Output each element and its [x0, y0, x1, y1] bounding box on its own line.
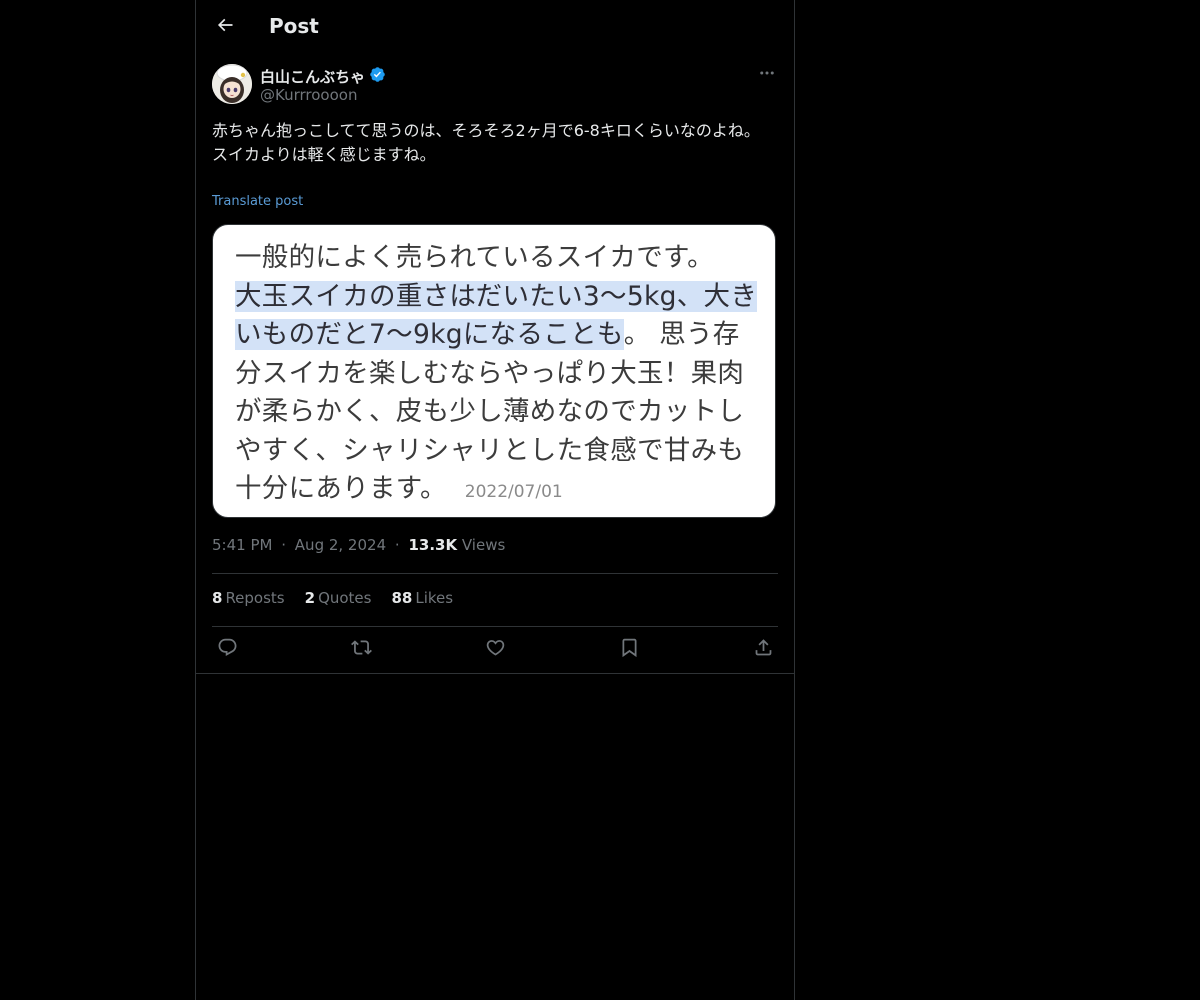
arrow-left-icon	[215, 15, 235, 39]
meta-separator: ·	[394, 536, 400, 554]
verified-badge-icon	[369, 66, 386, 87]
image-text-line1: 一般的によく売られているスイカです。	[235, 242, 714, 273]
post-image[interactable]: 一般的によく売られているスイカです。 大玉スイカの重さはだいたい3〜5kg、大きい…	[212, 224, 776, 518]
quotes-stat[interactable]: 2 Quotes	[305, 589, 372, 607]
page-title: Post	[269, 14, 319, 38]
author-name-row[interactable]: 白山こんぶちゃ	[260, 66, 386, 87]
avatar[interactable]	[212, 64, 252, 104]
quotes-count: 2	[304, 589, 316, 607]
back-button[interactable]	[209, 11, 241, 43]
image-date: 2022/07/01	[464, 482, 563, 502]
reply-button[interactable]	[216, 638, 238, 660]
quotes-label: Quotes	[318, 589, 372, 607]
post-actions	[212, 638, 778, 662]
divider	[212, 573, 778, 574]
post-meta: 5:41 PM · Aug 2, 2024 · 13.3K Views	[212, 536, 505, 554]
reposts-count: 8	[212, 589, 223, 607]
translate-post-link[interactable]: Translate post	[212, 194, 303, 209]
post-bottom-divider	[196, 673, 794, 674]
likes-stat[interactable]: 88 Likes	[391, 589, 453, 607]
share-icon	[753, 637, 774, 662]
repost-button[interactable]	[350, 638, 372, 660]
bookmark-icon	[619, 637, 640, 662]
reposts-stat[interactable]: 8 Reposts	[212, 589, 285, 607]
post-stats: 8 Reposts 2 Quotes 88 Likes	[212, 589, 453, 607]
repost-icon	[350, 637, 372, 662]
post-date[interactable]: Aug 2, 2024	[295, 536, 386, 554]
meta-separator: ·	[281, 536, 287, 554]
more-options-button[interactable]	[756, 64, 778, 86]
bookmark-button[interactable]	[618, 638, 640, 660]
share-button[interactable]	[752, 638, 774, 660]
post-time[interactable]: 5:41 PM	[212, 536, 272, 554]
likes-label: Likes	[415, 589, 454, 607]
reply-icon	[217, 637, 238, 662]
author-handle[interactable]: @Kurrroooon	[260, 86, 357, 104]
heart-icon	[485, 637, 506, 662]
page-header: Post	[196, 0, 794, 53]
views-count: 13.3K	[408, 536, 458, 554]
author-display-name[interactable]: 白山こんぶちゃ	[260, 66, 365, 87]
post-text: 赤ちゃん抱っこしてて思うのは、そろそろ2ヶ月で6-8キロくらいなのよね。 スイカ…	[212, 121, 760, 164]
reposts-label: Reposts	[225, 589, 285, 607]
likes-count: 88	[391, 589, 413, 607]
like-button[interactable]	[484, 638, 506, 660]
more-horizontal-icon	[758, 64, 776, 86]
views-label: Views	[461, 536, 506, 554]
image-text: 一般的によく売られているスイカです。 大玉スイカの重さはだいたい3〜5kg、大きい…	[235, 239, 765, 512]
divider	[212, 626, 778, 627]
primary-column: Post 白山こんぶちゃ @Kurrroooon 赤ちゃん抱っこしてて思うのは、…	[195, 0, 795, 1000]
